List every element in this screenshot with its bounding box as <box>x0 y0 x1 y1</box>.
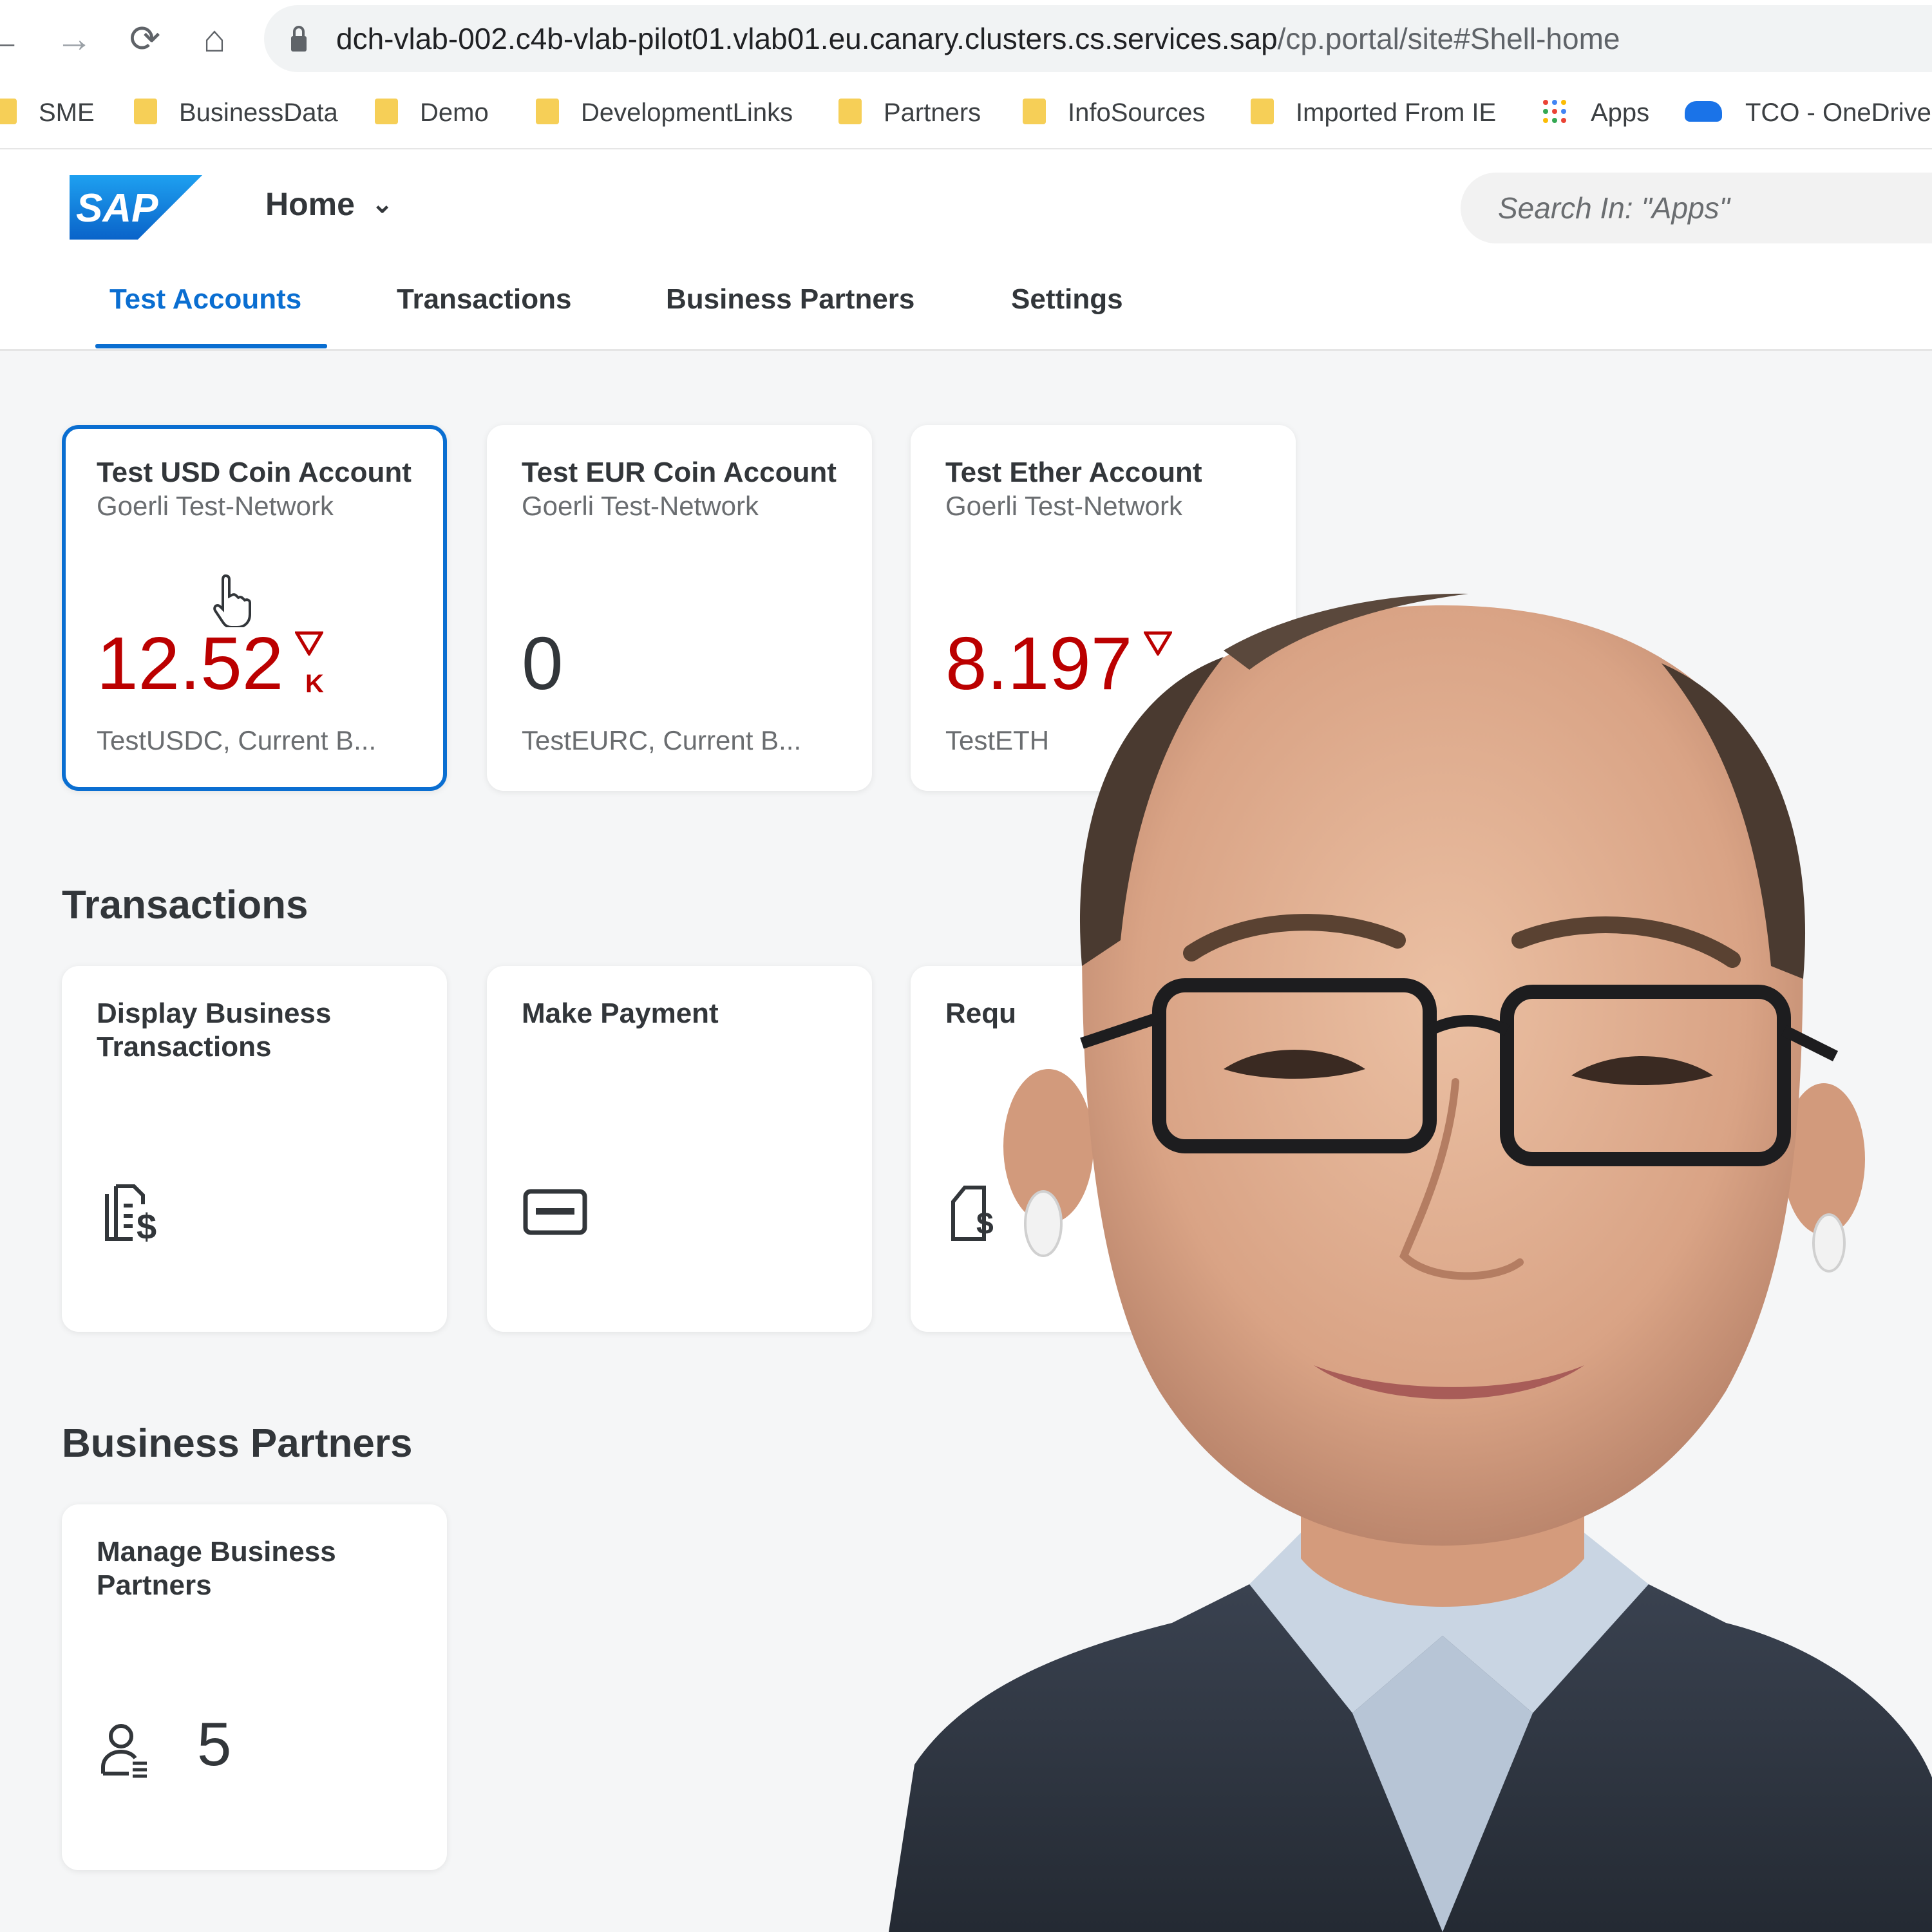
bookmark-partners[interactable]: Partners <box>838 90 981 135</box>
home-icon[interactable]: ⌂ <box>192 17 237 62</box>
kpi-number: 12.52 <box>97 621 284 705</box>
tile-test-eur-coin-account[interactable]: Test EUR Coin Account Goerli Test-Networ… <box>487 425 872 791</box>
kpi-unit: K <box>305 670 324 698</box>
folder-icon <box>838 99 862 125</box>
tile-title: Test Ether Account Goerli Test-Network <box>945 456 1267 523</box>
apps-grid-icon <box>1543 100 1566 124</box>
svg-text:$: $ <box>137 1206 156 1247</box>
hand-pointer-cursor-icon <box>213 574 251 627</box>
partner-count: 5 <box>197 1710 232 1779</box>
tile-title-text: Test EUR Coin Account <box>522 457 837 488</box>
bookmark-developmentlinks[interactable]: DevelopmentLinks <box>536 90 793 135</box>
tile-title: Manage Business Partners <box>97 1536 336 1601</box>
sap-logo[interactable]: SAP <box>70 175 202 240</box>
tile-title-text: Test Ether Account <box>945 457 1202 488</box>
bookmark-sme[interactable]: SME <box>0 90 95 135</box>
folder-icon <box>375 99 398 125</box>
tile-title: Make Payment <box>522 998 719 1029</box>
credit-card-icon <box>523 1189 587 1235</box>
home-menu-button[interactable]: Home ⌄ <box>265 185 393 223</box>
folder-icon <box>1023 99 1046 125</box>
reload-icon[interactable]: ⟳ <box>122 17 167 62</box>
onedrive-cloud-icon <box>1685 101 1722 122</box>
folder-icon <box>536 99 559 125</box>
bookmark-apps[interactable]: Apps <box>1542 90 1649 135</box>
kpi-value: 12.52 <box>97 625 324 702</box>
folder-icon <box>134 99 157 125</box>
shell-header: SAP Home ⌄ Search In: "Apps" Test Account… <box>0 149 1932 351</box>
kpi-value: 0 <box>522 621 564 705</box>
address-bar[interactable]: dch-vlab-002.c4b-vlab-pilot01.vlab01.eu.… <box>264 5 1932 72</box>
tab-business-partners[interactable]: Business Partners <box>666 283 914 316</box>
active-tab-indicator <box>95 344 327 348</box>
tile-make-payment[interactable]: Make Payment <box>487 966 872 1332</box>
tile-subtitle: Goerli Test-Network <box>522 491 759 521</box>
section-title-business-partners: Business Partners <box>62 1421 413 1466</box>
section-title-transactions: Transactions <box>62 883 308 927</box>
tab-settings[interactable]: Settings <box>1011 283 1123 316</box>
url-text: dch-vlab-002.c4b-vlab-pilot01.vlab01.eu.… <box>336 22 1620 55</box>
trend-down-icon <box>295 631 324 656</box>
tile-subtitle: Goerli Test-Network <box>97 491 334 521</box>
folder-icon <box>0 99 17 125</box>
tile-test-usd-coin-account[interactable]: Test USD Coin Account Goerli Test-Networ… <box>62 425 447 791</box>
document-dollar-icon: $ <box>105 1184 156 1247</box>
bookmark-demo[interactable]: Demo <box>375 90 489 135</box>
tile-footer: TestUSDC, Current B... <box>97 725 377 755</box>
tile-display-business-transactions[interactable]: Display Business Transactions $ <box>62 966 447 1332</box>
partner-list-icon <box>101 1724 147 1778</box>
bookmark-businessdata[interactable]: BusinessData <box>134 90 338 135</box>
tile-title: Test EUR Coin Account Goerli Test-Networ… <box>522 456 844 523</box>
browser-toolbar: ← → ⟳ ⌂ dch-vlab-002.c4b-vlab-pilot01.vl… <box>0 0 1932 149</box>
tile-title-text: Test USD Coin Account <box>97 457 412 488</box>
folder-icon <box>1251 99 1274 125</box>
bookmark-tco-onedrive[interactable]: TCO - OneDrive <box>1685 90 1931 135</box>
bookmark-infosources[interactable]: InfoSources <box>1023 90 1205 135</box>
forward-arrow-icon[interactable]: → <box>52 17 97 62</box>
back-arrow-icon[interactable]: ← <box>0 17 26 62</box>
tile-subtitle: Goerli Test-Network <box>945 491 1182 521</box>
search-input[interactable]: Search In: "Apps" <box>1461 173 1932 243</box>
bookmark-imported-from-ie[interactable]: Imported From IE <box>1251 90 1496 135</box>
tab-transactions[interactable]: Transactions <box>397 283 571 316</box>
tab-test-accounts[interactable]: Test Accounts <box>109 283 301 316</box>
tile-title: Test USD Coin Account Goerli Test-Networ… <box>97 456 419 523</box>
tile-footer: TestEURC, Current B... <box>522 725 802 755</box>
presenter-webcam-overlay <box>889 593 1932 1932</box>
svg-text:SAP: SAP <box>76 186 158 231</box>
tile-title: Display Business Transactions <box>97 998 332 1063</box>
chevron-down-icon: ⌄ <box>371 190 393 218</box>
tile-manage-business-partners[interactable]: Manage Business Partners 5 <box>62 1504 447 1870</box>
lock-icon <box>291 26 307 52</box>
